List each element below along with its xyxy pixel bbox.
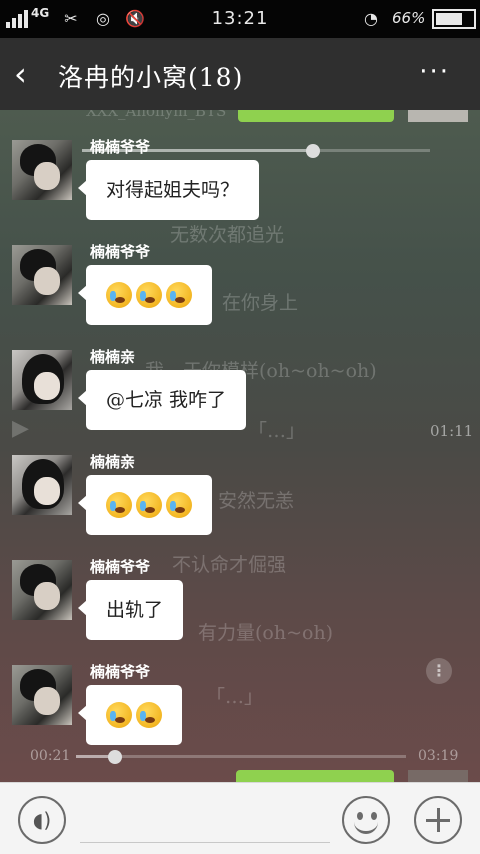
- ghost-title: XXX_Anonym_BTS: [86, 110, 227, 120]
- wifi-icon: ◔: [364, 8, 378, 28]
- message-bubble[interactable]: [78, 685, 182, 745]
- message-item: 楠楠亲: [0, 453, 480, 555]
- smiley-icon: [357, 812, 363, 820]
- status-bar: 4G ✂ ◎ 🔇 13:21 ◔ 66%: [0, 0, 480, 38]
- back-button[interactable]: ‹: [14, 56, 44, 92]
- sender-name: 楠楠爷爷: [90, 558, 151, 576]
- message-item: 楠楠爷爷 对得起姐夫吗？: [0, 138, 480, 240]
- voice-button[interactable]: ◖): [18, 796, 66, 844]
- avatar[interactable]: [12, 140, 72, 200]
- chat-area[interactable]: XXX_Anonym_BTS 无数次都追光 在你身上 我…于你模样(oh~oh~…: [0, 110, 480, 782]
- avatar[interactable]: [12, 455, 72, 515]
- message-bubble[interactable]: [78, 475, 212, 535]
- next-message-bubble: [236, 770, 394, 782]
- crying-face-emoji-icon: [166, 282, 192, 308]
- more-options-button[interactable]: ···: [419, 59, 450, 85]
- message-item: 楠楠亲 @七凉 我咋了: [0, 348, 480, 450]
- avatar[interactable]: [12, 560, 72, 620]
- sender-name: 楠楠爷爷: [90, 138, 151, 156]
- avatar[interactable]: [12, 665, 72, 725]
- crying-face-emoji-icon: [166, 492, 192, 518]
- message-item: 楠楠爷爷: [0, 663, 480, 765]
- message-bubble[interactable]: 出轨了: [77, 580, 184, 640]
- plus-button[interactable]: [414, 796, 462, 844]
- voice-icon: ◖): [32, 808, 52, 832]
- message-input[interactable]: [80, 795, 330, 843]
- chevron-left-icon: ‹: [14, 55, 27, 93]
- message-bubble[interactable]: [78, 265, 212, 325]
- sender-name: 楠楠亲: [90, 348, 136, 366]
- battery-icon: [432, 9, 476, 29]
- chat-header: ‹ 洛冉的小窝(18) ···: [0, 38, 480, 110]
- chat-title: 洛冉的小窝(18): [58, 63, 244, 92]
- sender-name: 楠楠爷爷: [90, 663, 151, 681]
- crying-face-emoji-icon: [136, 492, 162, 518]
- crying-face-emoji-icon: [136, 282, 162, 308]
- message-item: 楠楠爷爷: [0, 243, 480, 345]
- message-item: 楠楠爷爷 出轨了: [0, 558, 480, 660]
- sender-name: 楠楠爷爷: [90, 243, 151, 261]
- next-avatar: [408, 770, 468, 782]
- battery-percent: 66%: [392, 9, 426, 27]
- input-bar: ◖): [0, 782, 480, 854]
- smiley-icon-mouth: [354, 822, 378, 834]
- previous-avatar: [408, 110, 468, 122]
- crying-face-emoji-icon: [106, 492, 132, 518]
- sender-name: 楠楠亲: [90, 453, 136, 471]
- emoji-button[interactable]: [342, 796, 390, 844]
- crying-face-emoji-icon: [106, 702, 132, 728]
- crying-face-emoji-icon: [136, 702, 162, 728]
- message-bubble[interactable]: @七凉 我咋了: [77, 370, 247, 430]
- smiley-icon-eye: [371, 812, 377, 820]
- message-bubble[interactable]: 对得起姐夫吗？: [77, 160, 260, 220]
- avatar[interactable]: [12, 245, 72, 305]
- crying-face-emoji-icon: [106, 282, 132, 308]
- avatar[interactable]: [12, 350, 72, 410]
- previous-message-bubble: [238, 110, 394, 122]
